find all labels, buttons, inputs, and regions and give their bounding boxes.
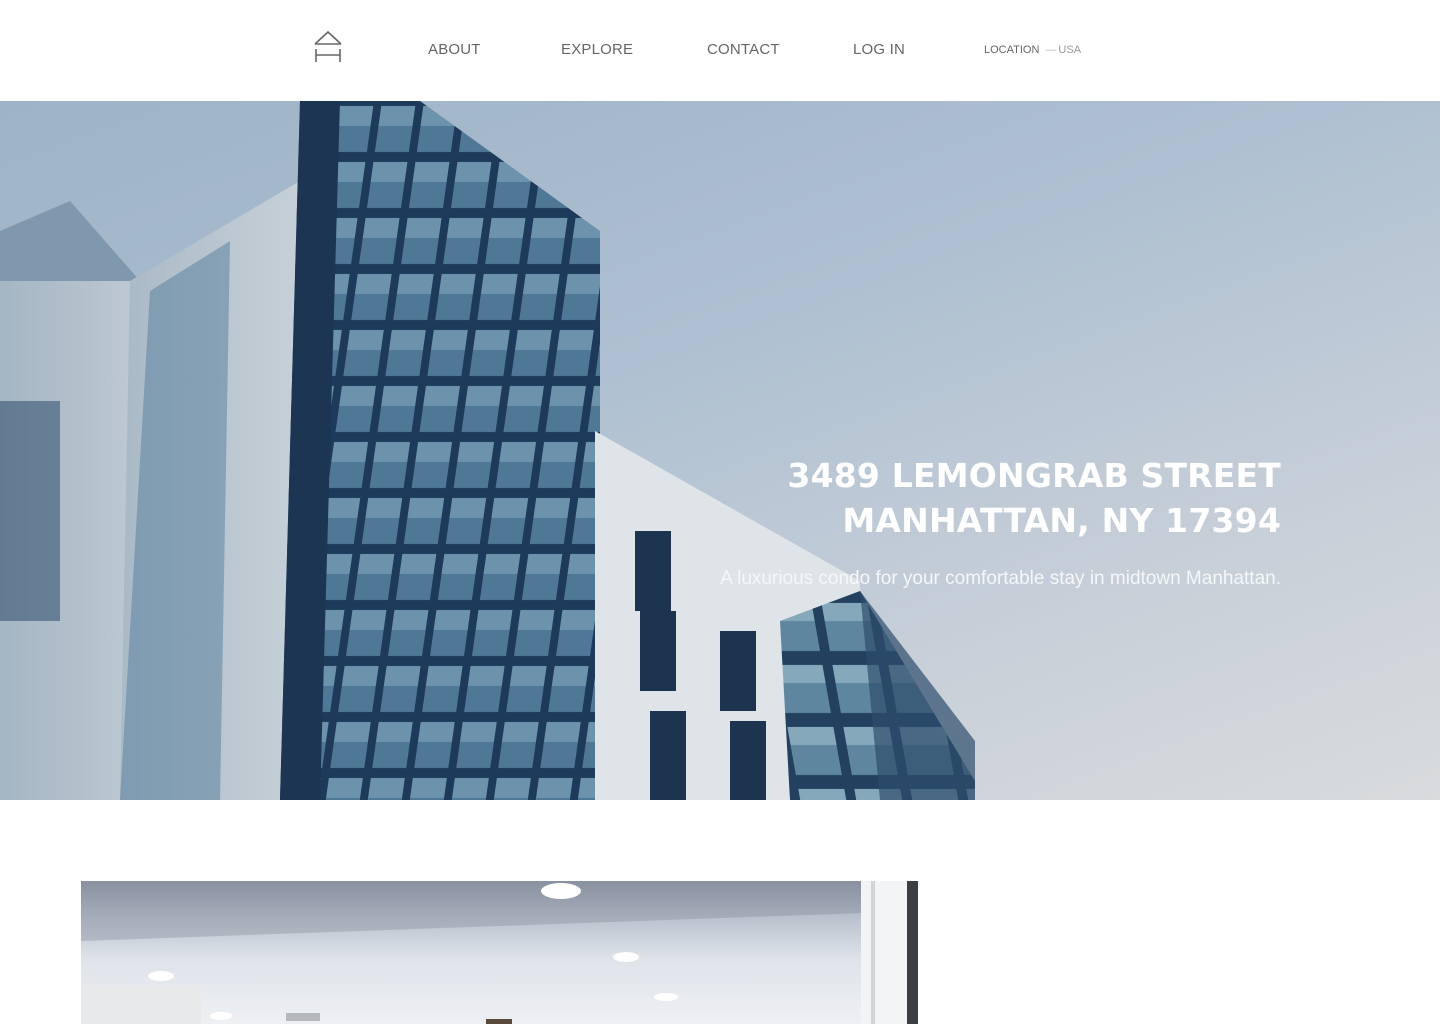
hero-banner: 3489 LEMONGRAB STREET MANHATTAN, NY 1739… xyxy=(0,101,1440,800)
location-value: USA xyxy=(1058,44,1082,56)
house-icon[interactable] xyxy=(313,30,343,63)
nav-login-link[interactable]: LOG IN xyxy=(853,40,905,60)
nav-explore-link[interactable]: EXPLORE xyxy=(561,40,633,60)
hero-title-line2: MANHATTAN, NY 17394 xyxy=(842,501,1281,540)
location-selector[interactable]: LOCATION — USA xyxy=(984,43,1081,57)
hero-subtitle: A luxurious condo for your comfortable s… xyxy=(720,568,1281,589)
nav-contact-link[interactable]: CONTACT xyxy=(707,40,780,60)
hero-building-image xyxy=(0,101,975,800)
hero-title: 3489 LEMONGRAB STREET MANHATTAN, NY 1739… xyxy=(641,453,1281,543)
nav-about-link[interactable]: ABOUT xyxy=(428,40,481,60)
location-separator: — xyxy=(1045,44,1057,56)
location-label: LOCATION xyxy=(984,44,1040,56)
top-nav: ABOUT EXPLORE CONTACT LOG IN LOCATION — US… xyxy=(0,0,1440,101)
hero-text-block: 3489 LEMONGRAB STREET MANHATTAN, NY 1739… xyxy=(641,453,1281,592)
interior-photo xyxy=(81,881,918,1024)
hero-title-line1: 3489 LEMONGRAB STREET xyxy=(787,456,1281,495)
